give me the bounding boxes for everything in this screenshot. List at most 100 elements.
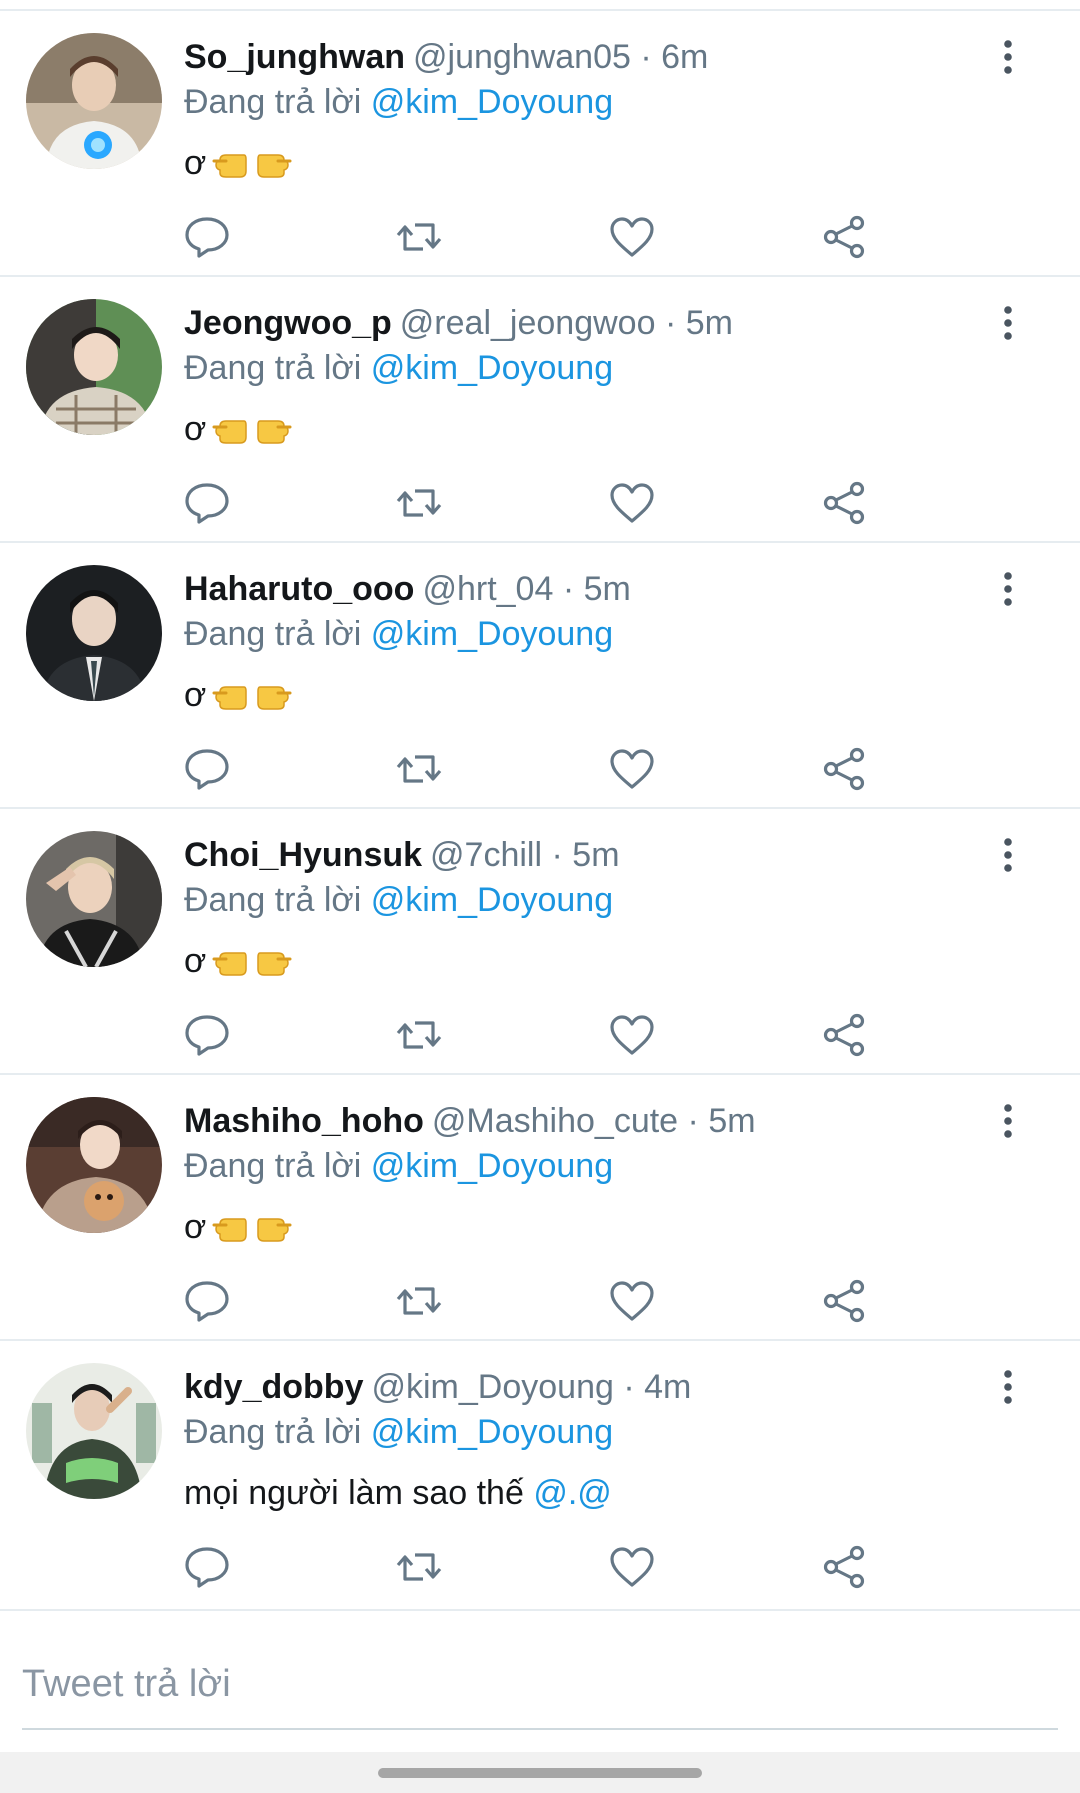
reply-mention[interactable]: @kim_Doyoung xyxy=(371,349,613,387)
reply-context: Đang trả lời @kim_Doyoung xyxy=(184,612,613,656)
tweet-text: mọi người làm sao thế @.@ xyxy=(184,1465,612,1521)
retweet-icon[interactable] xyxy=(393,211,445,263)
point-right-emoji-icon xyxy=(254,409,294,449)
tweet[interactable]: Choi_Hyunsuk @7chill · 5m Đang trả lời @k… xyxy=(0,809,1080,1075)
display-name[interactable]: kdy_dobby xyxy=(184,1368,363,1406)
reply-tweet-input[interactable] xyxy=(22,1640,1058,1730)
share-icon[interactable] xyxy=(818,1541,870,1593)
reply-mention[interactable]: @kim_Doyoung xyxy=(371,1147,613,1185)
tweet[interactable]: So_junghwan @junghwan05 · 6m Đang trả lời… xyxy=(0,11,1080,277)
like-icon[interactable] xyxy=(606,1541,658,1593)
user-handle[interactable]: @hrt_04 xyxy=(422,570,553,608)
more-options-icon[interactable] xyxy=(990,35,1026,79)
retweet-icon[interactable] xyxy=(393,1541,445,1593)
share-icon[interactable] xyxy=(818,211,870,263)
like-icon[interactable] xyxy=(606,743,658,795)
reply-prefix: Đang trả lời xyxy=(184,1413,362,1451)
user-handle[interactable]: @real_jeongwoo xyxy=(400,304,656,342)
like-icon[interactable] xyxy=(606,211,658,263)
tweet[interactable]: Haharuto_ooo @hrt_04 · 5m Đang trả lời @k… xyxy=(0,543,1080,809)
more-options-icon[interactable] xyxy=(990,1365,1026,1409)
avatar[interactable] xyxy=(26,299,162,435)
reply-icon[interactable] xyxy=(181,1275,233,1327)
like-icon[interactable] xyxy=(606,1009,658,1061)
display-name[interactable]: So_junghwan xyxy=(184,38,405,76)
reply-icon[interactable] xyxy=(181,1009,233,1061)
tweet[interactable]: Jeongwoo_p @real_jeongwoo · 5m Đang trả l… xyxy=(0,277,1080,543)
separator: · xyxy=(640,38,652,76)
point-right-emoji-icon xyxy=(254,143,294,183)
share-icon[interactable] xyxy=(818,743,870,795)
separator: · xyxy=(623,1368,635,1406)
point-left-emoji-icon xyxy=(210,1207,250,1247)
reply-prefix: Đang trả lời xyxy=(184,1147,362,1185)
point-right-emoji-icon xyxy=(254,941,294,981)
tweet-text: ơ xyxy=(184,1199,294,1255)
retweet-icon[interactable] xyxy=(393,1009,445,1061)
display-name[interactable]: Mashiho_hoho xyxy=(184,1102,424,1140)
tweet[interactable]: kdy_dobby @kim_Doyoung · 4m Đang trả lời … xyxy=(0,1341,1080,1611)
more-options-icon[interactable] xyxy=(990,301,1026,345)
tweet-actions xyxy=(0,1275,1080,1327)
avatar[interactable] xyxy=(26,1363,162,1499)
timestamp: 5m xyxy=(708,1102,756,1140)
retweet-icon[interactable] xyxy=(393,743,445,795)
display-name[interactable]: Choi_Hyunsuk xyxy=(184,836,422,874)
avatar[interactable] xyxy=(26,565,162,701)
reply-prefix: Đang trả lời xyxy=(184,349,362,387)
point-right-emoji-icon xyxy=(254,1207,294,1247)
separator: · xyxy=(664,304,677,342)
tweet-body: mọi người làm sao thế xyxy=(184,1474,524,1512)
reply-icon[interactable] xyxy=(181,211,233,263)
display-name[interactable]: Jeongwoo_p xyxy=(184,304,392,342)
reply-context: Đang trả lời @kim_Doyoung xyxy=(184,878,613,922)
user-handle[interactable]: @kim_Doyoung xyxy=(371,1368,613,1406)
display-name[interactable]: Haharuto_ooo xyxy=(184,570,414,608)
reply-context: Đang trả lời @kim_Doyoung xyxy=(184,1144,613,1188)
user-handle[interactable]: @junghwan05 xyxy=(413,38,631,76)
point-left-emoji-icon xyxy=(210,143,250,183)
reply-icon[interactable] xyxy=(181,743,233,795)
more-options-icon[interactable] xyxy=(990,567,1026,611)
reply-mention[interactable]: @kim_Doyoung xyxy=(371,881,613,919)
reply-icon[interactable] xyxy=(181,477,233,529)
tweet-header: So_junghwan @junghwan05 · 6m xyxy=(184,35,708,79)
user-handle[interactable]: @Mashiho_cute xyxy=(432,1102,678,1140)
reply-context: Đang trả lời @kim_Doyoung xyxy=(184,346,613,390)
share-icon[interactable] xyxy=(818,1009,870,1061)
retweet-icon[interactable] xyxy=(393,1275,445,1327)
timestamp: 6m xyxy=(661,38,709,76)
share-icon[interactable] xyxy=(818,1275,870,1327)
avatar[interactable] xyxy=(26,1097,162,1233)
point-left-emoji-icon xyxy=(210,409,250,449)
more-options-icon[interactable] xyxy=(990,833,1026,877)
tweet-mention[interactable]: @.@ xyxy=(533,1465,611,1521)
user-handle[interactable]: @7chill xyxy=(430,836,542,874)
tweet-actions xyxy=(0,477,1080,529)
tweet-header: Jeongwoo_p @real_jeongwoo · 5m xyxy=(184,301,733,345)
reply-feed: So_junghwan @junghwan05 · 6m Đang trả lời… xyxy=(0,11,1080,1611)
separator: · xyxy=(562,570,575,608)
tweet-text: ơ xyxy=(184,401,294,457)
timestamp: 4m xyxy=(644,1368,692,1406)
reply-mention[interactable]: @kim_Doyoung xyxy=(371,83,613,121)
like-icon[interactable] xyxy=(606,1275,658,1327)
more-options-icon[interactable] xyxy=(990,1099,1026,1143)
top-divider xyxy=(0,0,1080,11)
reply-mention[interactable]: @kim_Doyoung xyxy=(371,615,613,653)
reply-mention[interactable]: @kim_Doyoung xyxy=(371,1413,613,1451)
tweet-header: Haharuto_ooo @hrt_04 · 5m xyxy=(184,567,631,611)
tweet[interactable]: Mashiho_hoho @Mashiho_cute · 5m Đang trả … xyxy=(0,1075,1080,1341)
reply-icon[interactable] xyxy=(181,1541,233,1593)
home-indicator[interactable] xyxy=(378,1768,702,1778)
timestamp: 5m xyxy=(583,570,631,608)
reply-context: Đang trả lời @kim_Doyoung xyxy=(184,1410,613,1454)
retweet-icon[interactable] xyxy=(393,477,445,529)
avatar[interactable] xyxy=(26,831,162,967)
tweet-header: Choi_Hyunsuk @7chill · 5m xyxy=(184,833,620,877)
point-right-emoji-icon xyxy=(254,675,294,715)
like-icon[interactable] xyxy=(606,477,658,529)
share-icon[interactable] xyxy=(818,477,870,529)
reply-prefix: Đang trả lời xyxy=(184,83,362,121)
avatar[interactable] xyxy=(26,33,162,169)
